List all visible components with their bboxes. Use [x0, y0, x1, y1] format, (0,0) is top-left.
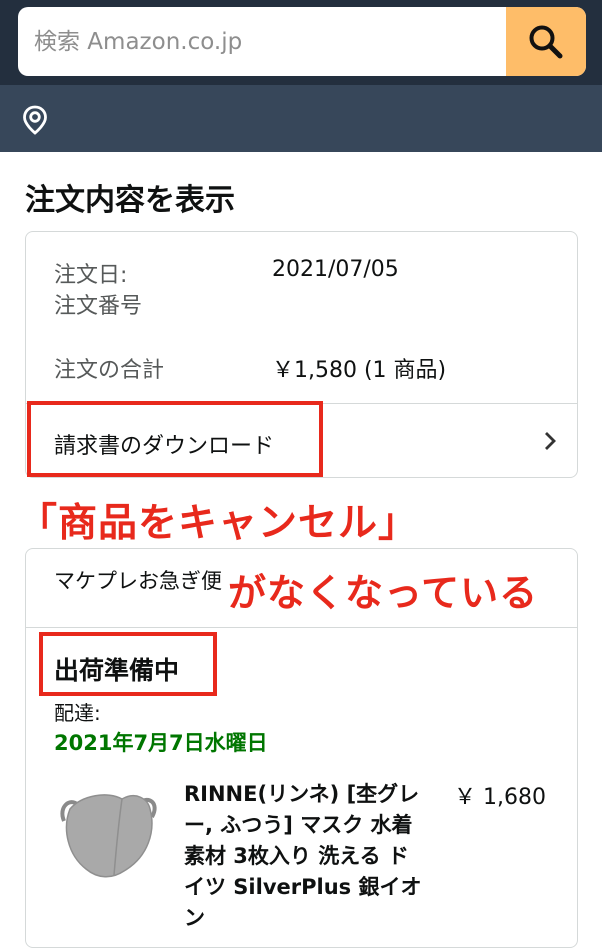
annotation-text-line2: がなくなっている	[228, 571, 539, 615]
order-date-label: 注文日:	[54, 263, 128, 288]
delivery-date: 2021年7月7日水曜日	[54, 731, 268, 755]
order-total-label: 注文の合計	[54, 358, 165, 383]
product-image[interactable]	[52, 787, 164, 883]
annotation-box-invoice	[27, 401, 323, 477]
shipping-method-heading: マケプレお急ぎ便	[54, 569, 222, 593]
product-price: ￥ 1,680	[454, 785, 546, 810]
order-number-label: 注文番号	[54, 294, 143, 319]
delivery-location-bar[interactable]	[0, 85, 602, 152]
search-button[interactable]	[506, 7, 586, 76]
delivery-label: 配達:	[54, 701, 101, 725]
product-title-link[interactable]: RINNE(リンネ) [杢グレー, ふつう] マスク 水着素材 3枚入り 洗える…	[184, 779, 424, 934]
order-total-value: ￥1,580 (1 商品)	[272, 358, 447, 383]
card-divider	[26, 627, 577, 628]
search-icon	[529, 25, 563, 58]
order-date-value: 2021/07/05	[272, 257, 399, 282]
location-pin-icon	[23, 105, 47, 135]
annotation-text-line1: 「商品をキャンセル」	[18, 501, 419, 546]
search-box	[18, 7, 586, 76]
page-title: 注文内容を表示	[25, 183, 235, 218]
top-nav-bar	[0, 0, 602, 85]
search-input[interactable]	[18, 7, 506, 76]
chevron-right-icon	[545, 432, 556, 450]
annotation-box-status	[39, 632, 217, 696]
